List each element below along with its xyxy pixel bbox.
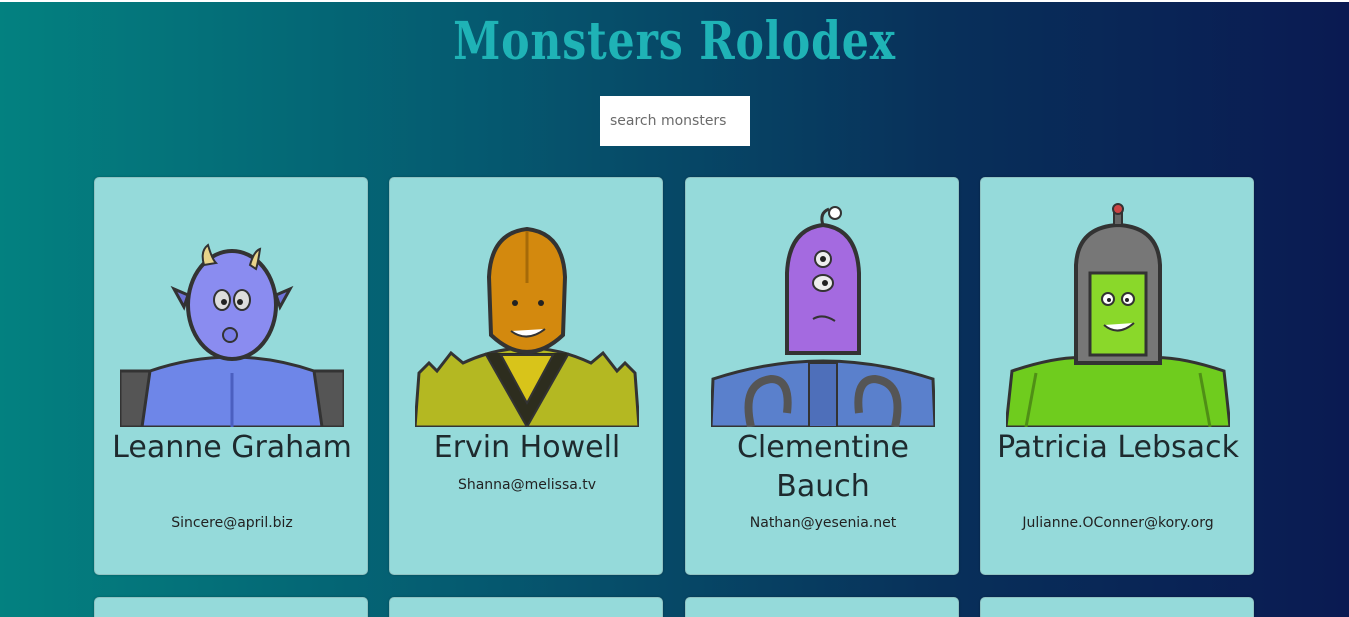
monster-card[interactable]: Patricia Lebsack Julianne.OConner@kory.o…	[980, 177, 1254, 575]
monster-name: Ervin Howell	[433, 430, 621, 465]
monster-email: Sincere@april.biz	[171, 515, 293, 531]
monster-name: Patricia Lebsack	[997, 430, 1239, 465]
top-border	[0, 0, 1349, 2]
search-input[interactable]	[600, 96, 750, 146]
monster-name: Leanne Graham	[112, 430, 352, 465]
monster-avatar-image	[415, 226, 639, 427]
monster-name: Clementine Bauch	[736, 430, 909, 504]
monster-card[interactable]: Leanne Graham Sincere@april.biz	[94, 177, 368, 575]
monster-avatar-image	[1006, 203, 1230, 427]
page-title: Monsters Rolodex	[453, 11, 896, 72]
monster-card[interactable]: Ervin Howell Shanna@melissa.tv	[389, 177, 663, 575]
monster-email: Julianne.OConner@kory.org	[1022, 515, 1214, 531]
monster-card[interactable]	[389, 597, 663, 617]
monster-card[interactable]	[94, 597, 368, 617]
monster-avatar-image	[120, 243, 344, 427]
monster-card[interactable]	[980, 597, 1254, 617]
monster-card[interactable]: Clementine Bauch Nathan@yesenia.net	[685, 177, 959, 575]
monster-email: Nathan@yesenia.net	[749, 515, 897, 531]
monster-email: Shanna@melissa.tv	[457, 477, 597, 493]
monster-card[interactable]	[685, 597, 959, 617]
monster-avatar-image	[711, 206, 935, 427]
